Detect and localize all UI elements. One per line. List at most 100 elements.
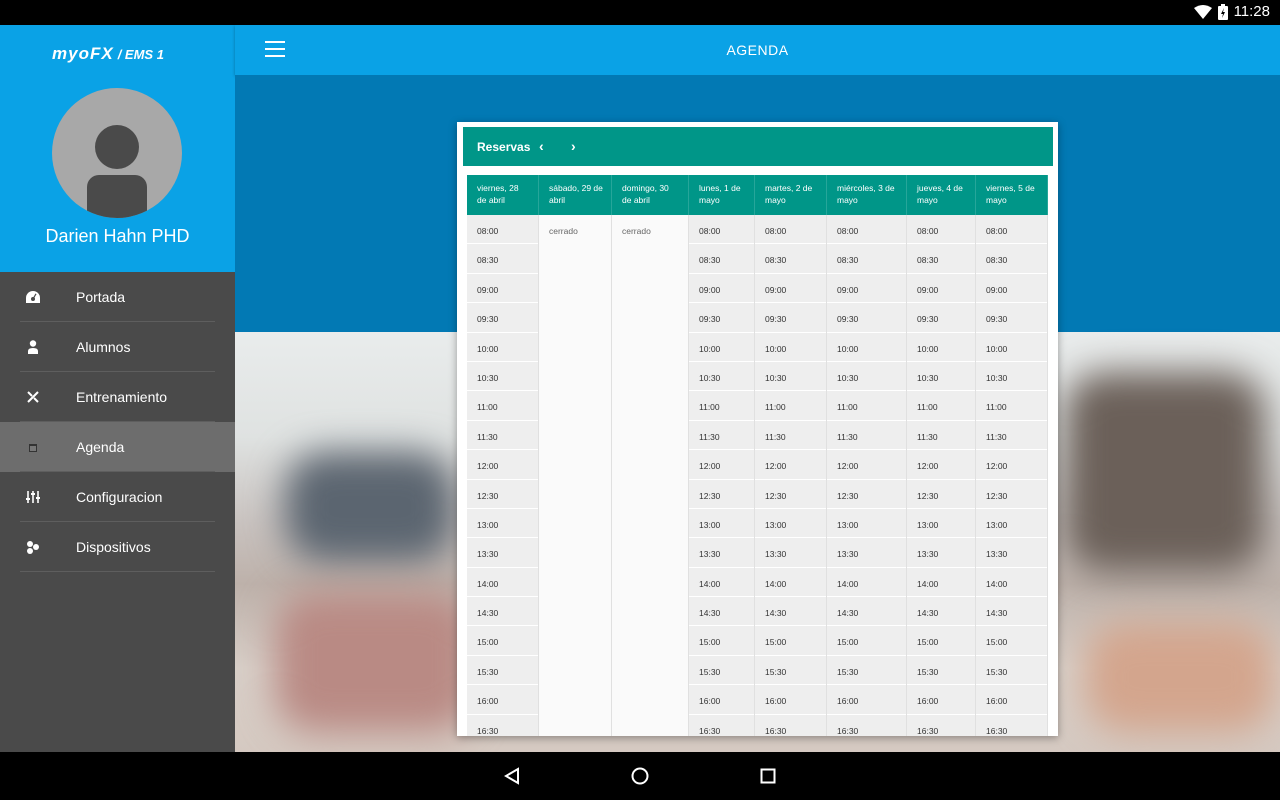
time-slot[interactable]: 16:00 [755, 685, 826, 715]
time-slot[interactable]: 15:00 [907, 626, 975, 656]
time-slot[interactable]: 09:30 [755, 303, 826, 333]
time-slot[interactable]: 09:00 [755, 274, 826, 304]
time-slot[interactable]: 16:30 [907, 715, 975, 736]
time-slot[interactable]: 09:00 [467, 274, 538, 304]
time-slot[interactable]: 13:30 [467, 538, 538, 568]
time-slot[interactable]: 08:30 [907, 244, 975, 274]
time-slot[interactable]: 09:00 [689, 274, 754, 304]
sidebar-item-agenda[interactable]: Agenda [0, 422, 235, 472]
time-slot[interactable]: 10:30 [976, 362, 1047, 392]
time-slot[interactable]: 15:00 [689, 626, 754, 656]
time-slot[interactable]: 16:00 [689, 685, 754, 715]
time-slot[interactable]: 12:30 [755, 480, 826, 509]
time-slot[interactable]: 12:00 [755, 450, 826, 480]
time-slot[interactable]: 08:30 [755, 244, 826, 274]
time-slot[interactable]: 16:00 [976, 685, 1047, 715]
time-slot[interactable]: 13:00 [755, 509, 826, 539]
time-slot[interactable]: 16:30 [755, 715, 826, 736]
time-slot[interactable]: 15:30 [755, 656, 826, 686]
time-slot[interactable]: 15:00 [827, 626, 906, 656]
avatar[interactable] [52, 88, 182, 218]
sidebar-item-entrenamiento[interactable]: Entrenamiento [0, 372, 235, 422]
time-slot[interactable]: 16:30 [689, 715, 754, 736]
time-slot[interactable]: 08:00 [689, 215, 754, 245]
time-slot[interactable]: 09:30 [689, 303, 754, 333]
time-slot[interactable]: 12:00 [467, 450, 538, 480]
time-slot[interactable]: 12:00 [907, 450, 975, 480]
time-slot[interactable]: 08:30 [689, 244, 754, 274]
time-slot[interactable]: 15:30 [467, 656, 538, 686]
time-slot[interactable]: 11:30 [755, 421, 826, 451]
time-slot[interactable]: 14:00 [907, 568, 975, 598]
time-slot[interactable]: 14:30 [976, 597, 1047, 627]
time-slot[interactable]: 14:00 [755, 568, 826, 598]
time-slot[interactable]: 15:00 [467, 626, 538, 656]
time-slot[interactable]: 10:00 [976, 333, 1047, 362]
time-slot[interactable]: 08:00 [467, 215, 538, 245]
time-slot[interactable]: 15:30 [907, 656, 975, 686]
time-slot[interactable]: 11:00 [827, 391, 906, 421]
time-slot[interactable]: 13:00 [907, 509, 975, 539]
time-slot[interactable]: 15:00 [755, 626, 826, 656]
time-slot[interactable]: 12:30 [689, 480, 754, 509]
time-slot[interactable]: 10:30 [907, 362, 975, 392]
sidebar-item-alumnos[interactable]: Alumnos [0, 322, 235, 372]
time-slot[interactable]: 12:30 [976, 480, 1047, 509]
time-slot[interactable]: 11:30 [689, 421, 754, 451]
prev-week-button[interactable]: ‹ [539, 138, 544, 154]
sidebar-item-configuracion[interactable]: Configuracion [0, 472, 235, 522]
time-slot[interactable]: 11:30 [827, 421, 906, 451]
time-slot[interactable]: 12:00 [976, 450, 1047, 480]
time-slot[interactable]: 16:00 [827, 685, 906, 715]
time-slot[interactable]: 13:00 [689, 509, 754, 539]
time-slot[interactable]: 08:00 [827, 215, 906, 245]
time-slot[interactable]: 13:30 [755, 538, 826, 568]
time-slot[interactable]: 13:00 [827, 509, 906, 539]
time-slot[interactable]: 08:30 [467, 244, 538, 274]
time-slot[interactable]: 14:00 [827, 568, 906, 598]
time-slot[interactable]: 15:30 [976, 656, 1047, 686]
time-slot[interactable]: 11:30 [907, 421, 975, 451]
time-slot[interactable]: 08:00 [755, 215, 826, 245]
time-slot[interactable]: 12:00 [827, 450, 906, 480]
time-slot[interactable]: 13:30 [907, 538, 975, 568]
time-slot[interactable]: 15:30 [827, 656, 906, 686]
time-slot[interactable]: 09:30 [827, 303, 906, 333]
time-slot[interactable]: 11:00 [689, 391, 754, 421]
time-slot[interactable]: 11:30 [467, 421, 538, 451]
time-slot[interactable]: 11:00 [976, 391, 1047, 421]
time-slot[interactable]: 09:00 [976, 274, 1047, 304]
time-slot[interactable]: 14:30 [755, 597, 826, 627]
time-slot[interactable]: 11:00 [467, 391, 538, 421]
time-slot[interactable]: 16:30 [976, 715, 1047, 736]
next-week-button[interactable]: › [571, 138, 576, 154]
time-slot[interactable]: 10:00 [467, 333, 538, 362]
time-slot[interactable]: 08:30 [827, 244, 906, 274]
time-slot[interactable]: 15:00 [976, 626, 1047, 656]
time-slot[interactable]: 16:30 [827, 715, 906, 736]
time-slot[interactable]: 10:30 [467, 362, 538, 392]
time-slot[interactable]: 12:30 [467, 480, 538, 509]
time-slot[interactable]: 14:00 [689, 568, 754, 598]
time-slot[interactable]: 10:00 [827, 333, 906, 362]
sidebar-item-dispositivos[interactable]: Dispositivos [0, 522, 235, 572]
time-slot[interactable]: 08:00 [907, 215, 975, 245]
time-slot[interactable]: 15:30 [689, 656, 754, 686]
time-slot[interactable]: 09:30 [976, 303, 1047, 333]
time-slot[interactable]: 14:30 [689, 597, 754, 627]
time-slot[interactable]: 09:00 [907, 274, 975, 304]
time-slot[interactable]: 16:00 [467, 685, 538, 715]
time-slot[interactable]: 08:00 [976, 215, 1047, 245]
time-slot[interactable]: 16:30 [467, 715, 538, 736]
time-slot[interactable]: 13:00 [976, 509, 1047, 539]
time-slot[interactable]: 08:30 [976, 244, 1047, 274]
time-slot[interactable]: 09:00 [827, 274, 906, 304]
time-slot[interactable]: 14:00 [976, 568, 1047, 598]
time-slot[interactable]: 12:00 [689, 450, 754, 480]
time-slot[interactable]: 11:00 [755, 391, 826, 421]
time-slot[interactable]: 13:00 [467, 509, 538, 539]
time-slot[interactable]: 11:30 [976, 421, 1047, 451]
time-slot[interactable]: 10:30 [755, 362, 826, 392]
time-slot[interactable]: 10:00 [907, 333, 975, 362]
time-slot[interactable]: 14:00 [467, 568, 538, 598]
